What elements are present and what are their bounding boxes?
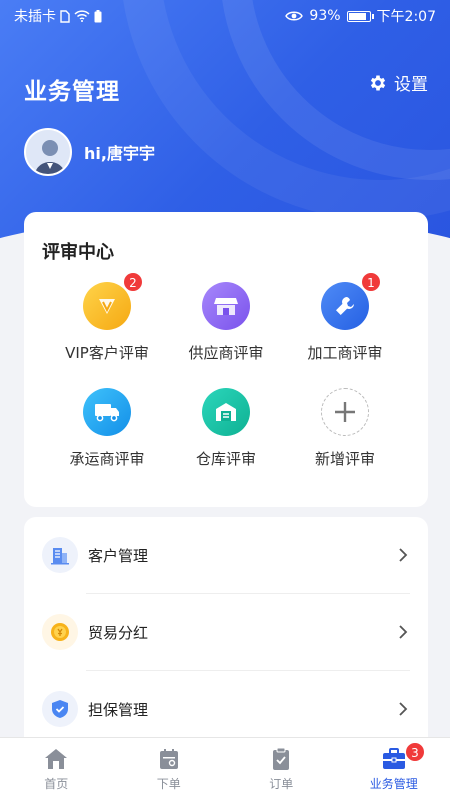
wrench-icon: 1 <box>321 272 381 330</box>
wifi-icon <box>74 10 90 22</box>
battery-icon <box>346 10 374 22</box>
eye-icon <box>285 11 304 21</box>
vip-icon: 2 <box>83 272 143 330</box>
tab-label: 下单 <box>156 777 181 791</box>
calendar-icon <box>159 749 178 769</box>
notification-badge: 3 <box>405 742 425 762</box>
review-item-supplier[interactable]: 供应商评审 <box>159 282 293 363</box>
tab-orders[interactable]: 订单 <box>225 738 338 800</box>
clock: 下午2:07 <box>376 9 436 25</box>
gear-icon <box>370 75 386 90</box>
chevron-right-icon <box>399 625 408 639</box>
coin-icon <box>42 614 78 650</box>
menu-item-trade-dividend[interactable]: 贸易分红 <box>24 594 428 670</box>
review-item-label: 新增评审 <box>314 450 375 468</box>
user-profile[interactable]: hi,唐宇宇 <box>24 128 155 176</box>
review-center-card: 评审中心 2 VIP客户评审 供应商评审 1 加工商评审 承运商评审 仓库评审 … <box>24 212 428 507</box>
user-avatar-icon <box>26 130 70 174</box>
building-icon <box>42 537 78 573</box>
tab-business-management[interactable]: 业务管理 3 <box>338 738 450 800</box>
notification-badge: 1 <box>361 272 381 292</box>
review-item-label: 供应商评审 <box>188 344 264 362</box>
menu-item-label: 贸易分红 <box>88 623 149 642</box>
chevron-right-icon <box>399 548 408 562</box>
review-item-add[interactable]: 新增评审 <box>278 388 412 469</box>
menu-item-guarantee[interactable]: 担保管理 <box>24 671 428 747</box>
tab-label: 订单 <box>269 777 294 791</box>
carrier-text: 未插卡 <box>14 9 56 25</box>
battery-alert-icon <box>94 9 102 22</box>
settings-label: 设置 <box>394 75 428 95</box>
review-item-label: 承运商评审 <box>69 450 145 468</box>
briefcase-icon <box>382 748 405 769</box>
review-item-label: 仓库评审 <box>195 450 256 468</box>
tab-place-order[interactable]: 下单 <box>113 738 226 800</box>
chevron-right-icon <box>399 702 408 716</box>
menu-item-label: 客户管理 <box>88 546 149 565</box>
review-center-title: 评审中心 <box>42 242 114 263</box>
menu-item-customer[interactable]: 客户管理 <box>24 517 428 593</box>
truck-icon <box>83 388 131 436</box>
review-item-processor[interactable]: 1 加工商评审 <box>278 272 412 363</box>
status-bar: 未插卡 93% 下午2:07 <box>0 0 450 32</box>
avatar[interactable] <box>24 128 72 176</box>
plus-icon <box>321 388 369 436</box>
shield-icon <box>42 691 78 727</box>
menu-list-card: 客户管理 贸易分红 担保管理 <box>24 517 428 747</box>
store-icon <box>202 282 250 330</box>
user-greeting: hi,唐宇宇 <box>84 144 155 163</box>
home-icon <box>45 749 68 769</box>
page-title: 业务管理 <box>24 79 120 105</box>
tab-bar: 首页 下单 订单 业务管理 3 <box>0 737 450 800</box>
clipboard-check-icon <box>273 747 290 770</box>
tab-label: 首页 <box>44 777 69 791</box>
review-item-label: VIP客户评审 <box>65 344 149 362</box>
menu-item-label: 担保管理 <box>88 700 149 719</box>
notification-badge: 2 <box>123 272 143 292</box>
tab-home[interactable]: 首页 <box>0 738 113 800</box>
settings-button[interactable]: 设置 <box>368 70 428 95</box>
sim-icon <box>60 9 70 23</box>
warehouse-icon <box>202 388 250 436</box>
tab-label: 业务管理 <box>369 777 418 791</box>
review-item-carrier[interactable]: 承运商评审 <box>40 388 174 469</box>
battery-percent: 93% <box>309 8 341 24</box>
review-item-warehouse[interactable]: 仓库评审 <box>159 388 293 469</box>
review-item-vip[interactable]: 2 VIP客户评审 <box>40 272 174 363</box>
review-item-label: 加工商评审 <box>307 344 383 362</box>
